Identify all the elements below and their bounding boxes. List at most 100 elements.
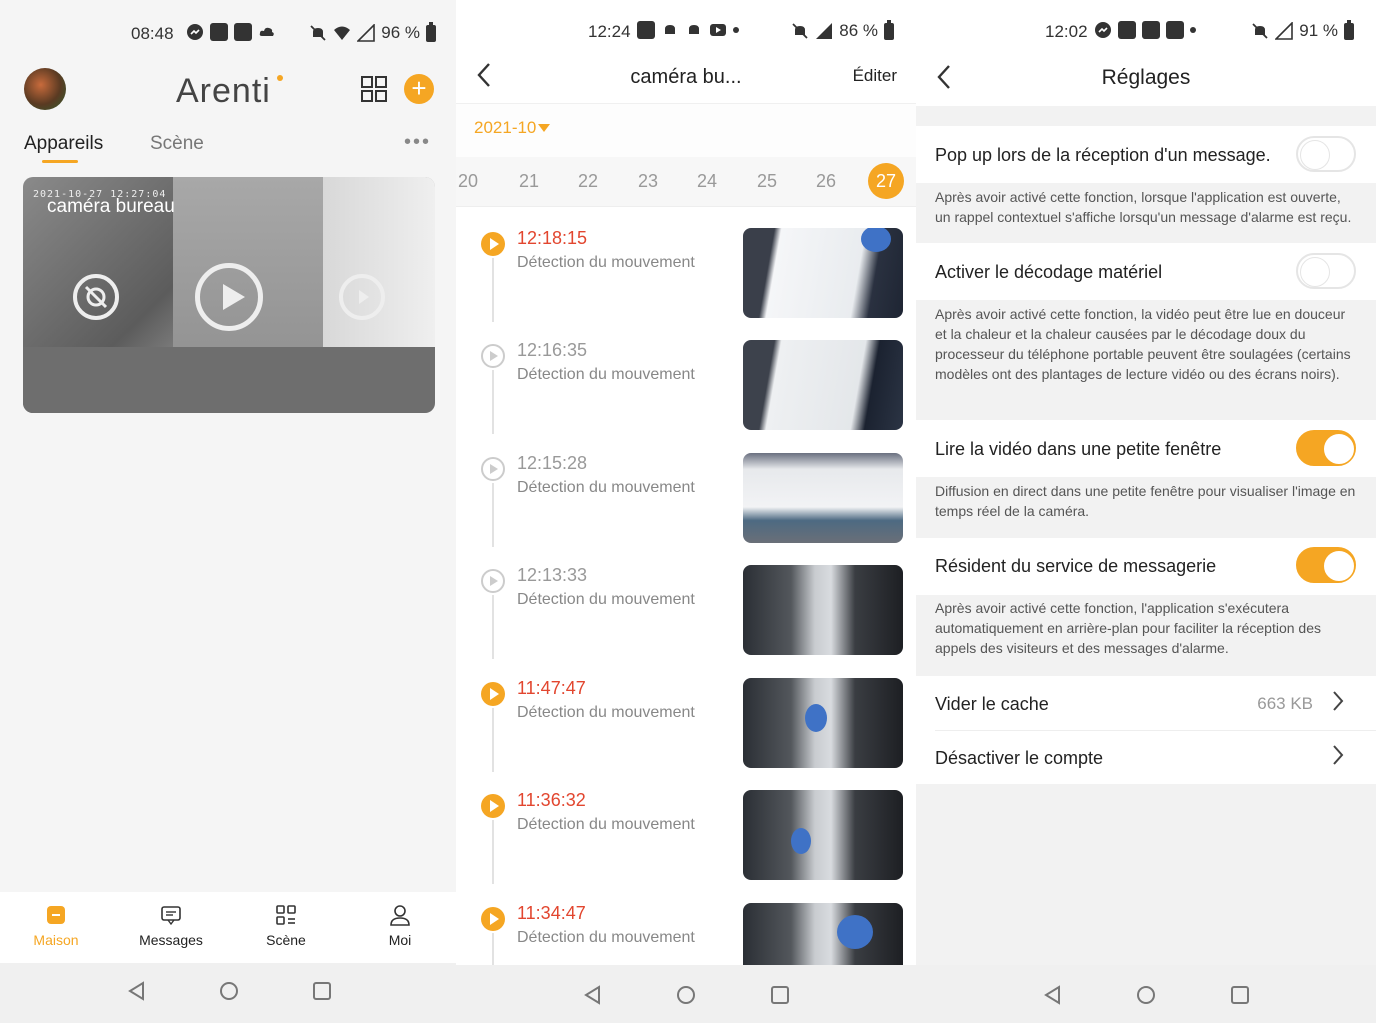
day-item[interactable]: 21 bbox=[509, 171, 549, 192]
battery-icon bbox=[884, 19, 894, 40]
day-item[interactable]: 26 bbox=[806, 171, 846, 192]
day-strip: 20 21 22 23 24 25 26 27 bbox=[456, 157, 916, 207]
play-icon[interactable] bbox=[481, 907, 505, 931]
app-icon bbox=[210, 23, 228, 41]
event-row[interactable]: 11:47:47 Détection du mouvement bbox=[456, 658, 916, 772]
tab-scene[interactable]: Scène bbox=[150, 133, 204, 155]
day-item[interactable]: 23 bbox=[628, 171, 668, 192]
setting-messaging-resident[interactable]: Résident du service de messagerie bbox=[916, 538, 1376, 595]
app-icon bbox=[1118, 21, 1136, 39]
cache-size: 663 KB bbox=[1257, 694, 1313, 713]
play-icon[interactable] bbox=[481, 344, 505, 368]
setting-description: Diffusion en direct dans une petite fenê… bbox=[935, 483, 1356, 519]
setting-small-window-video[interactable]: Lire la vidéo dans une petite fenêtre bbox=[916, 420, 1376, 477]
wifi-icon bbox=[333, 24, 351, 42]
setting-toggle[interactable] bbox=[1296, 547, 1356, 583]
recents-nav-icon[interactable] bbox=[770, 985, 790, 1010]
month-selector[interactable]: 2021-10 bbox=[474, 118, 536, 138]
replay-icon[interactable] bbox=[339, 274, 385, 320]
setting-popup-message[interactable]: Pop up lors de la réception d'un message… bbox=[916, 126, 1376, 183]
day-item-active[interactable]: 27 bbox=[868, 163, 904, 199]
nav-me[interactable]: Moi bbox=[350, 904, 450, 948]
edit-button[interactable]: Éditer bbox=[853, 66, 897, 86]
play-icon[interactable] bbox=[481, 457, 505, 481]
settings-header bbox=[916, 0, 1376, 106]
camera-preview-floor bbox=[23, 347, 435, 413]
scene-grid-icon bbox=[275, 904, 297, 926]
play-live-button[interactable] bbox=[195, 263, 263, 331]
youtube-icon bbox=[709, 21, 727, 39]
deactivate-account-label[interactable]: Désactiver le compte bbox=[935, 748, 1103, 769]
app-icon bbox=[1142, 21, 1160, 39]
messenger-icon bbox=[186, 23, 204, 41]
more-notifications-dot bbox=[1190, 27, 1196, 33]
add-device-button[interactable]: + bbox=[404, 74, 434, 104]
event-time: 12:15:28 bbox=[517, 453, 588, 473]
back-nav-icon[interactable] bbox=[1043, 985, 1063, 1010]
setting-toggle[interactable] bbox=[1296, 253, 1356, 289]
active-tab-indicator bbox=[42, 160, 78, 163]
home-nav-icon[interactable] bbox=[219, 981, 239, 1006]
day-item[interactable]: 24 bbox=[687, 171, 727, 192]
back-nav-icon[interactable] bbox=[583, 985, 603, 1010]
event-row[interactable]: 12:13:33 Détection du mouvement bbox=[456, 545, 916, 659]
chevron-right-icon[interactable] bbox=[1332, 744, 1344, 772]
chevron-right-icon[interactable] bbox=[1332, 690, 1344, 718]
event-row[interactable]: 11:36:32 Détection du mouvement bbox=[456, 770, 916, 884]
battery-percent: 91 % bbox=[1299, 21, 1338, 40]
event-thumbnail[interactable] bbox=[743, 903, 903, 965]
event-row[interactable]: 12:18:15 Détection du mouvement bbox=[456, 208, 916, 322]
more-options-icon[interactable]: ••• bbox=[404, 131, 431, 154]
camera-card[interactable]: 2021-10-27 12:27:04 caméra bureau bbox=[23, 177, 435, 413]
privacy-blur bbox=[791, 828, 811, 854]
event-row[interactable]: 12:16:35 Détection du mouvement bbox=[456, 320, 916, 434]
privacy-mode-icon[interactable] bbox=[73, 274, 119, 320]
day-item[interactable]: 22 bbox=[568, 171, 608, 192]
event-row[interactable]: 12:15:28 Détection du mouvement bbox=[456, 433, 916, 547]
setting-hardware-decoding[interactable]: Activer le décodage matériel bbox=[916, 243, 1376, 300]
play-icon[interactable] bbox=[481, 794, 505, 818]
day-item[interactable]: 20 bbox=[456, 171, 488, 192]
timeline-line bbox=[492, 933, 494, 965]
page-title: caméra bu... bbox=[630, 66, 742, 88]
bell-icon bbox=[685, 21, 703, 39]
play-icon[interactable] bbox=[481, 232, 505, 256]
recents-nav-icon[interactable] bbox=[1230, 985, 1250, 1010]
event-thumbnail[interactable] bbox=[743, 565, 903, 655]
home-nav-icon[interactable] bbox=[1136, 985, 1156, 1010]
event-time: 11:34:47 bbox=[517, 903, 586, 923]
day-item[interactable]: 25 bbox=[747, 171, 787, 192]
back-nav-icon[interactable] bbox=[127, 981, 147, 1006]
play-icon[interactable] bbox=[481, 682, 505, 706]
event-thumbnail[interactable] bbox=[743, 678, 903, 768]
event-row[interactable]: 11:34:47 Détection du mouvement bbox=[456, 883, 916, 965]
setting-toggle[interactable] bbox=[1296, 430, 1356, 466]
recents-nav-icon[interactable] bbox=[312, 981, 332, 1006]
caret-down-icon[interactable] bbox=[538, 124, 550, 132]
setting-clear-cache[interactable]: Vider le cache 663 KB Désactiver le comp… bbox=[916, 676, 1376, 784]
grid-view-icon[interactable] bbox=[360, 75, 388, 103]
setting-toggle[interactable] bbox=[1296, 136, 1356, 172]
event-label: Détection du mouvement bbox=[517, 816, 695, 833]
event-thumbnail[interactable] bbox=[743, 453, 903, 543]
avatar[interactable] bbox=[24, 68, 66, 110]
event-thumbnail[interactable] bbox=[743, 228, 903, 318]
play-icon[interactable] bbox=[481, 569, 505, 593]
event-label: Détection du mouvement bbox=[517, 704, 695, 721]
mute-bell-icon bbox=[1251, 22, 1269, 40]
nav-scene[interactable]: Scène bbox=[236, 904, 336, 948]
person-icon bbox=[389, 904, 411, 926]
privacy-blur bbox=[861, 228, 891, 252]
status-time: 12:24 bbox=[588, 22, 631, 41]
event-thumbnail[interactable] bbox=[743, 340, 903, 430]
nav-messages[interactable]: Messages bbox=[121, 904, 221, 948]
tab-devices[interactable]: Appareils bbox=[24, 133, 103, 155]
event-thumbnail[interactable] bbox=[743, 790, 903, 880]
event-time: 12:16:35 bbox=[517, 340, 588, 360]
event-label: Détection du mouvement bbox=[517, 591, 695, 608]
system-nav-bar bbox=[456, 965, 916, 1023]
event-label: Détection du mouvement bbox=[517, 366, 695, 383]
home-nav-icon[interactable] bbox=[676, 985, 696, 1010]
app-logo: Arenti bbox=[176, 72, 271, 110]
nav-home[interactable]: Maison bbox=[6, 904, 106, 948]
